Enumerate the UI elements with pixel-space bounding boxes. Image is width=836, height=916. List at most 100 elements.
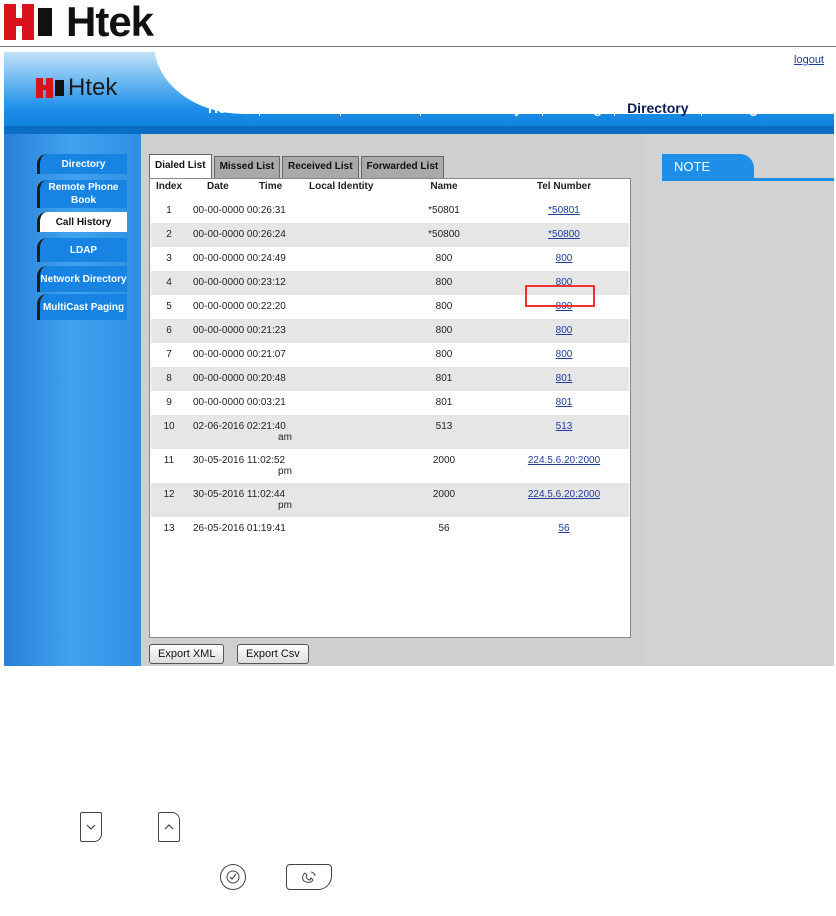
row-index: 6 (166, 325, 172, 336)
row-name: 800 (435, 301, 453, 312)
nav-network[interactable]: Network (341, 100, 420, 116)
tel-number-link[interactable]: *50801 (548, 205, 580, 216)
tel-number-link[interactable]: 224.5.6.20:2000 (528, 489, 600, 500)
tab-forwarded-list[interactable]: Forwarded List (360, 156, 445, 178)
row-name: 2000 (432, 489, 456, 500)
row-index: 13 (163, 523, 175, 534)
app-logo: Htek (36, 76, 117, 100)
nav-setting[interactable]: Setting (543, 100, 614, 116)
call-history-panel: Dialed List Missed List Received List Fo… (141, 134, 644, 666)
export-xml-button[interactable]: Export XML (149, 644, 225, 664)
tel-number-link[interactable]: 513 (556, 421, 573, 432)
tel-number-link[interactable]: 800 (556, 253, 573, 264)
dialed-list-table: Index Date Time Local Identity Name Tel … (149, 178, 631, 638)
row-datetime: 00-00-0000 00:21:07 (193, 349, 286, 360)
sidebar-item-remote-phone-book[interactable]: Remote Phone Book (37, 180, 127, 208)
note-divider (662, 178, 834, 181)
tab-missed-list[interactable]: Missed List (213, 156, 281, 178)
sidebar-item-call-history[interactable]: Call History (37, 212, 127, 232)
row-name: 513 (435, 421, 453, 432)
row-tel-number: *50801 (499, 205, 629, 216)
row-tel-number: 801 (499, 373, 629, 384)
row-index: 8 (166, 373, 172, 384)
tel-number-link[interactable]: 800 (556, 277, 573, 288)
tel-number-link[interactable]: 224.5.6.20:2000 (528, 455, 600, 466)
tel-number-link[interactable]: 800 (556, 325, 573, 336)
table-row: 3 00-00-0000 00:24:49 800 800 (151, 247, 629, 271)
nav-function-keys[interactable]: Function Keys (421, 100, 541, 116)
down-key-icon (80, 812, 102, 842)
row-tel-number: 800 (499, 301, 629, 312)
nav-separator (339, 100, 341, 116)
app-header: Htek logout Home Account Network Functio… (4, 52, 834, 134)
up-key-icon (158, 812, 180, 842)
table-header-row: Index Date Time Local Identity Name Tel … (151, 181, 629, 195)
htek-logo-icon (36, 78, 66, 98)
tel-number-link[interactable]: 800 (556, 349, 573, 360)
table-row: 12 30-05-2016 11:02:44 pm 2000 224.5.6.20… (151, 483, 629, 517)
row-datetime: 00-00-0000 00:20:48 (193, 373, 286, 384)
row-tel-number: 513 (499, 421, 629, 432)
column-header-tel-number: Tel Number (536, 181, 592, 192)
note-title: NOTE (662, 154, 754, 180)
tel-number-link[interactable]: 801 (556, 373, 573, 384)
row-index: 2 (166, 229, 172, 240)
sidebar-item-ldap[interactable]: LDAP (37, 238, 127, 262)
row-datetime: 00-00-0000 00:22:20 (193, 301, 286, 312)
left-sidebar: Directory Remote Phone Book Call History… (4, 134, 141, 666)
row-name: 800 (435, 325, 453, 336)
row-index: 1 (166, 205, 172, 216)
nav-home[interactable]: Home (196, 100, 259, 116)
row-index: 9 (166, 397, 172, 408)
nav-separator (700, 100, 702, 116)
send-key-icon (286, 864, 332, 890)
row-tel-number: 800 (499, 277, 629, 288)
table-row: 1 00-00-0000 00:26:31 *50801 *50801 (151, 199, 629, 223)
row-name: 801 (435, 373, 453, 384)
row-datetime: 30-05-2016 11:02:52 pm (193, 455, 292, 477)
table-row: 13 26-05-2016 01:19:41 56 56 (151, 517, 629, 541)
nav-separator (420, 100, 422, 116)
logout-link[interactable]: logout (794, 54, 824, 66)
document-logo: Htek (4, 0, 154, 45)
row-index: 10 (163, 421, 175, 432)
row-tel-number: 800 (499, 349, 629, 360)
table-row: 6 00-00-0000 00:21:23 800 800 (151, 319, 629, 343)
sidebar-item-multicast-paging[interactable]: MultiCast Paging (37, 294, 127, 320)
row-tel-number: 800 (499, 253, 629, 264)
row-index: 12 (163, 489, 175, 500)
row-datetime: 30-05-2016 11:02:44 pm (193, 489, 292, 511)
document-divider (0, 46, 836, 47)
row-name: 800 (435, 253, 453, 264)
tel-number-link[interactable]: 800 (556, 301, 573, 312)
tab-received-list[interactable]: Received List (282, 156, 359, 178)
table-row: 4 00-00-0000 00:23:12 800 800 (151, 271, 629, 295)
table-row: 11 30-05-2016 11:02:52 pm 2000 224.5.6.20… (151, 449, 629, 483)
top-nav: Home Account Network Function Keys Setti… (196, 98, 811, 118)
tel-number-link[interactable]: 801 (556, 397, 573, 408)
nav-directory[interactable]: Directory (615, 100, 700, 116)
table-row: 5 00-00-0000 00:22:20 800 800 (151, 295, 629, 319)
note-panel: NOTE (644, 134, 834, 666)
row-tel-number: 224.5.6.20:2000 (499, 489, 629, 500)
nav-account[interactable]: Account (260, 100, 340, 116)
column-header-local-identity: Local Identity (309, 181, 374, 192)
call-list-tabs: Dialed List Missed List Received List Fo… (149, 154, 446, 178)
row-name: 56 (438, 523, 450, 534)
export-csv-button[interactable]: Export Csv (237, 644, 309, 664)
sidebar-item-network-directory[interactable]: Network Directory (37, 266, 127, 292)
row-name: 801 (435, 397, 453, 408)
table-row: 2 00-00-0000 00:26:24 *50800 *50800 (151, 223, 629, 247)
row-name: *50801 (428, 205, 460, 216)
sidebar-item-directory[interactable]: Directory (37, 154, 127, 174)
tel-number-link[interactable]: 56 (558, 523, 569, 534)
nav-separator (614, 100, 616, 116)
row-datetime: 02-06-2016 02:21:40 am (193, 421, 292, 443)
column-header-date: Date (207, 181, 229, 192)
table-row: 10 02-06-2016 02:21:40 am 513 513 (151, 415, 629, 449)
tel-number-link[interactable]: *50800 (548, 229, 580, 240)
document-logo-text: Htek (66, 0, 154, 45)
nav-management[interactable]: Management (702, 100, 812, 116)
tab-dialed-list[interactable]: Dialed List (149, 154, 212, 178)
row-name: 2000 (432, 455, 456, 466)
